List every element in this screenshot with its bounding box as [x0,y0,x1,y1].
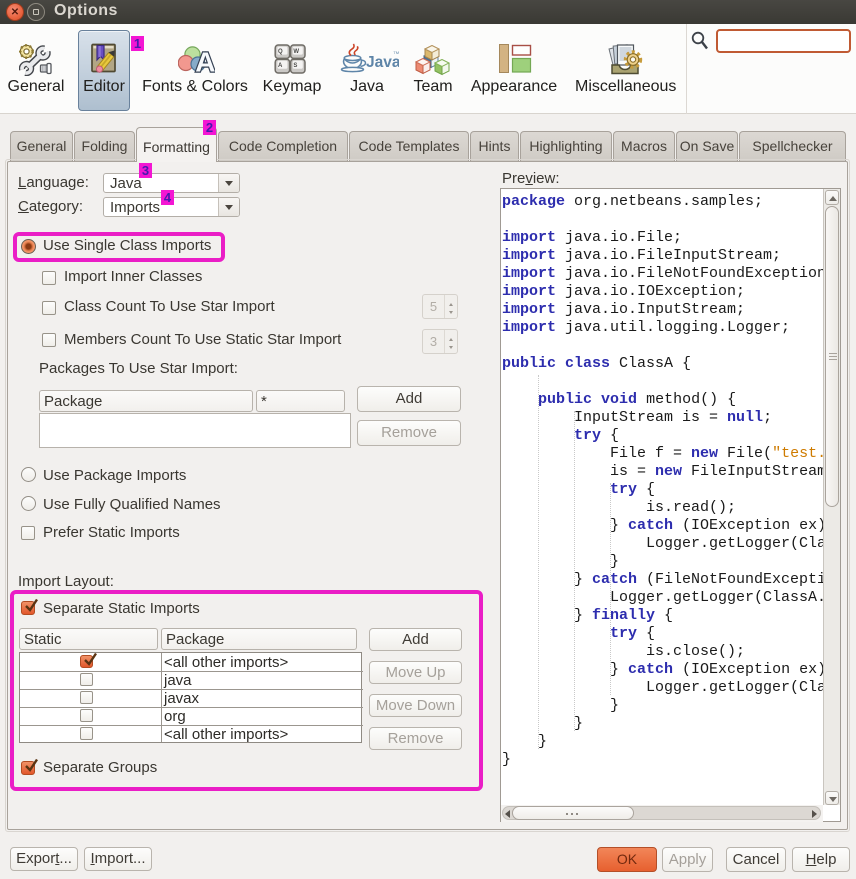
svg-text:A: A [195,47,215,77]
svg-text:Q: Q [278,49,283,55]
svg-text:™: ™ [393,51,399,58]
svg-text:A: A [278,63,283,69]
svg-text:W: W [293,49,299,55]
svg-text:S: S [293,63,297,69]
